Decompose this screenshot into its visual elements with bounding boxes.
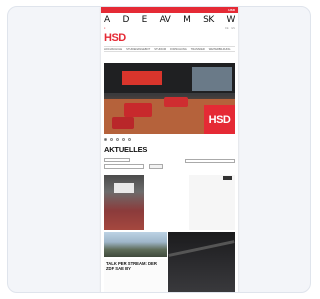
hero-image[interactable]: HSD xyxy=(104,63,235,134)
news-card-text[interactable]: TALK PER STREAM: DER ZDF SAE BY xyxy=(104,259,167,292)
lang-de-link[interactable]: DE xyxy=(225,27,228,30)
nav-item-weiterbildung[interactable]: Weiterbildung xyxy=(209,48,231,51)
sub-bar: ≡ DE EN xyxy=(104,27,235,30)
news-card-aside xyxy=(189,175,235,230)
news-card-headline: TALK PER STREAM: DER ZDF SAE BY xyxy=(106,261,157,271)
faculty-letter-d[interactable]: D xyxy=(122,15,129,25)
faculty-letters: A D E AV M SK W xyxy=(104,14,235,26)
slider-dot[interactable] xyxy=(128,137,131,141)
news-filters xyxy=(104,158,235,172)
filter-right-label xyxy=(186,160,234,162)
faculty-letter-av[interactable]: AV xyxy=(160,15,171,25)
slider-dot[interactable] xyxy=(110,137,113,141)
top-bar: HSD xyxy=(101,7,238,13)
hero-screen xyxy=(122,71,162,85)
card-stripe xyxy=(168,240,235,257)
main-nav: Hochschule Studienangebot Studium Forsch… xyxy=(104,46,235,52)
filter-select-2[interactable] xyxy=(104,164,144,169)
faculty-letter-m[interactable]: M xyxy=(183,15,191,25)
nav-item-hochschule[interactable]: Hochschule xyxy=(104,48,122,51)
news-card-image[interactable] xyxy=(168,232,235,292)
filter-button-label xyxy=(150,165,162,167)
slider-dot[interactable] xyxy=(104,137,107,141)
hero-sofa xyxy=(124,103,152,117)
nav-item-forschung[interactable]: Forschung xyxy=(170,48,187,51)
site-logo[interactable]: HSD xyxy=(104,32,126,44)
hero-badge: HSD xyxy=(204,105,235,134)
slider-dots xyxy=(104,137,131,141)
faculty-letter-sk[interactable]: SK xyxy=(203,15,214,25)
nav-item-studium[interactable]: Studium xyxy=(154,48,166,51)
browser-frame: HSD A D E AV M SK W ≡ DE EN HSD Hochschu… xyxy=(7,6,311,293)
news-card-image[interactable] xyxy=(104,175,144,230)
slider-dot[interactable] xyxy=(116,137,119,141)
filter-select[interactable] xyxy=(104,158,130,162)
filter-button[interactable] xyxy=(149,164,163,169)
card-image-screen xyxy=(114,183,134,193)
faculty-letter-w[interactable]: W xyxy=(227,15,236,25)
nav-item-transfer[interactable]: Transfer xyxy=(191,48,205,51)
menu-icon[interactable]: ≡ xyxy=(104,27,105,30)
news-card-chip[interactable] xyxy=(223,176,232,180)
hero-sofa xyxy=(112,117,134,129)
news-card-image[interactable] xyxy=(104,232,167,257)
hero-sofa xyxy=(164,97,188,107)
news-card-text[interactable] xyxy=(148,175,188,215)
lang-en-link[interactable]: EN xyxy=(232,27,235,30)
faculty-letter-e[interactable]: E xyxy=(142,15,148,25)
nav-item-studienangebot[interactable]: Studienangebot xyxy=(126,48,150,51)
news-title: AKTUELLES xyxy=(104,145,148,154)
top-bar-text: HSD xyxy=(228,8,235,12)
web-page: HSD A D E AV M SK W ≡ DE EN HSD Hochschu… xyxy=(101,7,238,292)
hero-window xyxy=(192,67,232,91)
faculty-letter-a[interactable]: A xyxy=(104,15,110,25)
slider-dot[interactable] xyxy=(122,137,125,141)
filter-right[interactable] xyxy=(185,159,235,163)
